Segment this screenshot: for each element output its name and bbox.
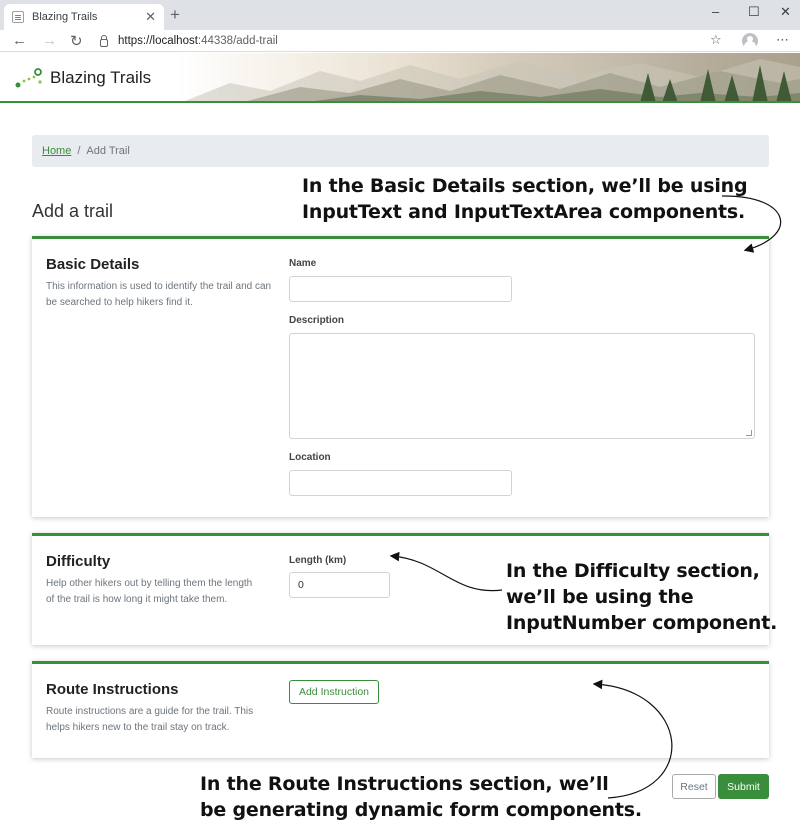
route-instructions-title: Route Instructions: [46, 681, 179, 698]
browser-tab-bar: Blazing Trails ✕ + – ☐ ✕: [0, 0, 800, 30]
lock-icon: [100, 34, 108, 47]
maximize-icon[interactable]: ☐: [748, 4, 760, 20]
difficulty-description: Help other hikers out by telling them th…: [46, 578, 253, 605]
difficulty-title: Difficulty: [46, 553, 111, 570]
minimize-icon[interactable]: –: [712, 4, 719, 19]
basic-details-callout: In the Basic Details section, we’ll be u…: [302, 173, 748, 225]
name-label: Name: [289, 258, 317, 269]
difficulty-callout: In the Difficulty section, we’ll be usin…: [506, 558, 777, 636]
back-icon[interactable]: ←: [12, 32, 27, 49]
submit-button[interactable]: Submit: [718, 774, 769, 799]
tab-close-icon[interactable]: ✕: [145, 9, 156, 25]
reload-icon[interactable]: ↻: [70, 32, 83, 50]
profile-avatar-icon[interactable]: [742, 33, 758, 49]
trail-logo-icon: [15, 68, 42, 88]
route-instructions-card: Route Instructions Route instructions ar…: [32, 661, 769, 758]
location-input[interactable]: [289, 470, 512, 496]
favorites-star-icon[interactable]: ☆: [710, 32, 722, 48]
length-label: Length (km): [289, 555, 347, 566]
route-callout: In the Route Instructions section, we’ll…: [200, 771, 642, 823]
page-title: Add a trail: [32, 201, 114, 221]
breadcrumb: Home / Add Trail: [32, 135, 769, 167]
basic-details-card: Basic Details This information is used t…: [32, 236, 769, 517]
name-input[interactable]: [289, 276, 512, 302]
length-input[interactable]: 0: [289, 572, 390, 598]
difficulty-callout-line-2: we’ll be using the: [506, 586, 694, 608]
basic-callout-line-1: In the Basic Details section, we’ll be u…: [302, 175, 748, 197]
route-instructions-description: Route instructions are a guide for the t…: [46, 706, 254, 733]
breadcrumb-home-link[interactable]: Home: [42, 145, 71, 157]
url-host: https://localhost: [118, 35, 198, 47]
basic-callout-line-2: InputText and InputTextArea components.: [302, 201, 746, 223]
window-close-icon[interactable]: ✕: [780, 4, 791, 20]
brand-name: Blazing Trails: [50, 68, 152, 87]
browser-address-bar: ← → ↻ https://localhost:44338/add-trail …: [0, 30, 800, 52]
add-instruction-button[interactable]: Add Instruction: [289, 680, 379, 704]
reset-button[interactable]: Reset: [672, 774, 716, 799]
page-favicon-icon: [12, 11, 24, 23]
tab-title: Blazing Trails: [32, 11, 98, 23]
difficulty-callout-line-3: InputNumber component.: [506, 612, 778, 634]
route-callout-line-2: be generating dynamic form components.: [200, 799, 642, 821]
description-textarea[interactable]: [289, 333, 755, 439]
new-tab-icon[interactable]: +: [170, 5, 180, 25]
breadcrumb-separator: /: [77, 145, 81, 157]
url-path: :44338/add-trail: [197, 35, 278, 47]
breadcrumb-current: Add Trail: [86, 145, 130, 157]
description-label: Description: [289, 315, 345, 326]
browser-menu-icon[interactable]: ⋯: [776, 32, 789, 48]
difficulty-callout-line-1: In the Difficulty section,: [506, 560, 760, 582]
basic-details-description: This information is used to identify the…: [46, 281, 272, 308]
forward-icon[interactable]: →: [42, 32, 57, 49]
route-callout-line-1: In the Route Instructions section, we’ll: [200, 773, 609, 795]
browser-tab[interactable]: Blazing Trails ✕: [4, 4, 164, 30]
app-header: Blazing Trails: [0, 53, 800, 103]
location-label: Location: [289, 452, 331, 463]
resize-grip-icon[interactable]: [746, 430, 752, 436]
url-field[interactable]: https://localhost:44338/add-trail: [100, 31, 660, 51]
basic-details-title: Basic Details: [46, 256, 140, 273]
app-logo[interactable]: Blazing Trails: [14, 67, 151, 89]
